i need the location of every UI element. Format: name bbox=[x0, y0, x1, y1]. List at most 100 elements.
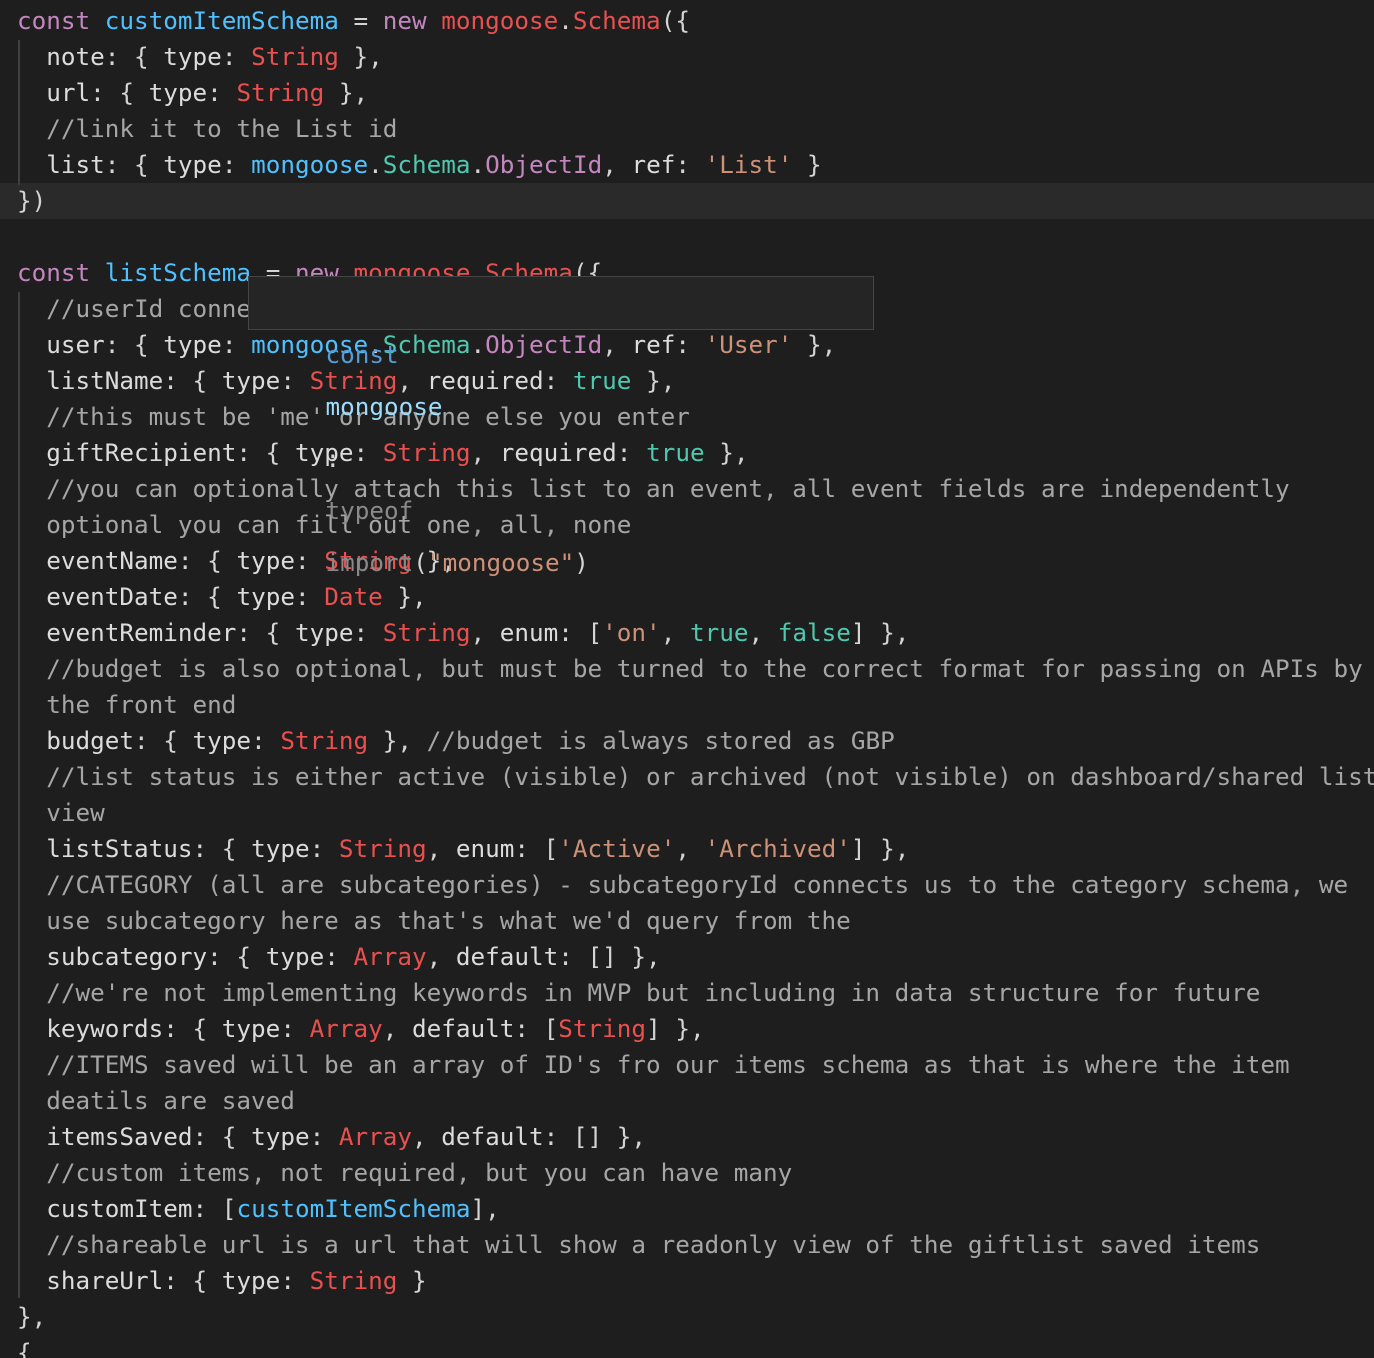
code-token: type bbox=[163, 42, 222, 71]
code-line[interactable]: //ITEMS saved will be an array of ID's f… bbox=[0, 1047, 1374, 1083]
code-line[interactable]: optional you can fill out one, all, none bbox=[0, 507, 1374, 543]
code-token: subcategory bbox=[17, 942, 208, 971]
code-line[interactable]: //shareable url is a url that will show … bbox=[0, 1227, 1374, 1263]
code-line[interactable]: deatils are saved bbox=[0, 1083, 1374, 1119]
code-line[interactable]: use subcategory here as that's what we'd… bbox=[0, 903, 1374, 939]
code-line[interactable]: user: { type: mongoose.Schema.ObjectId, … bbox=[0, 327, 1374, 363]
code-token: 'on' bbox=[602, 618, 661, 647]
code-line[interactable]: //link it to the List id bbox=[0, 111, 1374, 147]
code-token: : bbox=[324, 942, 354, 971]
code-line[interactable]: listStatus: { type: String, enum: ['Acti… bbox=[0, 831, 1374, 867]
code-token: , bbox=[470, 438, 500, 467]
tooltip-import: import bbox=[325, 548, 414, 577]
code-line[interactable]: itemsSaved: { type: Array, default: [] }… bbox=[0, 1119, 1374, 1155]
code-token: : bbox=[353, 438, 383, 467]
code-line[interactable]: url: { type: String }, bbox=[0, 75, 1374, 111]
code-token: : { bbox=[163, 1266, 222, 1295]
hover-tooltip: const mongoose : typeof import("mongoose… bbox=[248, 276, 874, 577]
code-line[interactable]: listName: { type: String, required: true… bbox=[0, 363, 1374, 399]
code-token: : { bbox=[163, 1014, 222, 1043]
code-line[interactable]: }, bbox=[0, 1299, 1374, 1335]
code-token: listStatus bbox=[17, 834, 193, 863]
code-token: giftRecipient bbox=[17, 438, 237, 467]
code-line[interactable]: keywords: { type: Array, default: [Strin… bbox=[0, 1011, 1374, 1047]
code-line[interactable]: shareUrl: { type: String } bbox=[0, 1263, 1374, 1299]
code-token: type bbox=[251, 834, 310, 863]
code-token: : [ bbox=[558, 618, 603, 647]
code-token: : bbox=[280, 1014, 310, 1043]
code-token: //ITEMS saved will be an array of ID's f… bbox=[17, 1050, 1290, 1079]
code-line[interactable]: eventReminder: { type: String, enum: ['o… bbox=[0, 615, 1374, 651]
code-line[interactable]: budget: { type: String }, //budget is al… bbox=[0, 723, 1374, 759]
code-token: , bbox=[382, 1014, 412, 1043]
code-line[interactable]: note: { type: String }, bbox=[0, 39, 1374, 75]
code-token: : { bbox=[90, 78, 149, 107]
code-token: : bbox=[616, 438, 647, 467]
code-line[interactable]: customItem: [customItemSchema], bbox=[0, 1191, 1374, 1227]
code-token: enum bbox=[455, 834, 515, 863]
code-line[interactable]: eventName: { type: String }, bbox=[0, 543, 1374, 579]
code-line[interactable]: subcategory: { type: Array, default: [] … bbox=[0, 939, 1374, 975]
code-line[interactable]: //CATEGORY (all are subcategories) - sub… bbox=[0, 867, 1374, 903]
code-token: //link it to the List id bbox=[17, 114, 398, 143]
code-line[interactable]: const customItemSchema = new mongoose.Sc… bbox=[0, 3, 1374, 39]
code-token: String bbox=[309, 1266, 398, 1295]
code-token: : { bbox=[104, 150, 164, 179]
code-token: }, bbox=[338, 42, 383, 71]
code-line[interactable]: //this must be 'me' or anyone else you e… bbox=[0, 399, 1374, 435]
code-token: Array bbox=[353, 942, 427, 971]
code-editor[interactable]: const customItemSchema = new mongoose.Sc… bbox=[0, 0, 1374, 1358]
code-token: type bbox=[163, 330, 222, 359]
code-token: default bbox=[411, 1014, 515, 1043]
code-token: type bbox=[192, 726, 252, 755]
code-line[interactable]: view bbox=[0, 795, 1374, 831]
code-line[interactable]: //custom items, not required, but you ca… bbox=[0, 1155, 1374, 1191]
code-line[interactable]: //budget is also optional, but must be t… bbox=[0, 651, 1374, 687]
code-token: //CATEGORY (all are subcategories) - sub… bbox=[17, 870, 1349, 899]
code-token: //list status is either active (visible)… bbox=[17, 762, 1374, 791]
code-token: . bbox=[558, 6, 573, 35]
code-token: String bbox=[280, 726, 369, 755]
code-token: enum bbox=[499, 618, 559, 647]
tooltip-open-paren: ( bbox=[413, 548, 428, 577]
code-line[interactable]: { bbox=[0, 1335, 1374, 1358]
code-line[interactable]: the front end bbox=[0, 687, 1374, 723]
code-token: //we're not implementing keywords in MVP… bbox=[17, 978, 1261, 1007]
code-token: type bbox=[221, 1266, 281, 1295]
code-line[interactable]: }) bbox=[0, 183, 1374, 219]
code-token: customItemSchema bbox=[104, 6, 339, 35]
code-token: String bbox=[382, 438, 471, 467]
tooltip-module-string: "mongoose" bbox=[427, 548, 575, 577]
code-token: Array bbox=[338, 1122, 412, 1151]
code-token: . bbox=[368, 150, 383, 179]
code-token: required bbox=[499, 438, 617, 467]
code-token: ] }, bbox=[850, 618, 910, 647]
code-token: , bbox=[470, 618, 500, 647]
code-token: customItem bbox=[17, 1194, 193, 1223]
code-token: : [ bbox=[192, 1194, 237, 1223]
code-line[interactable] bbox=[0, 219, 1374, 255]
code-token: //budget is also optional, but must be t… bbox=[17, 654, 1363, 683]
code-token: : bbox=[675, 150, 705, 179]
code-line[interactable]: giftRecipient: { type: String, required:… bbox=[0, 435, 1374, 471]
code-token: url bbox=[17, 78, 91, 107]
code-token: : { bbox=[177, 546, 237, 575]
code-token: required bbox=[426, 366, 544, 395]
code-token: ref bbox=[631, 150, 676, 179]
code-line[interactable]: //list status is either active (visible)… bbox=[0, 759, 1374, 795]
code-token: mongoose bbox=[441, 6, 559, 35]
code-line[interactable]: //we're not implementing keywords in MVP… bbox=[0, 975, 1374, 1011]
code-token: : bbox=[221, 150, 252, 179]
code-token: . bbox=[470, 330, 486, 359]
tooltip-colon: : bbox=[325, 444, 341, 473]
code-token: mongoose bbox=[251, 150, 369, 179]
code-token: , bbox=[411, 1122, 442, 1151]
code-token: : bbox=[543, 366, 573, 395]
code-token: listName bbox=[17, 366, 164, 395]
code-line[interactable]: //you can optionally attach this list to… bbox=[0, 471, 1374, 507]
code-line[interactable]: list: { type: mongoose.Schema.ObjectId, … bbox=[0, 147, 1374, 183]
code-token: 'User' bbox=[704, 330, 793, 359]
code-token: , bbox=[602, 330, 632, 359]
code-token: : { bbox=[104, 42, 164, 71]
code-line[interactable]: eventDate: { type: Date }, bbox=[0, 579, 1374, 615]
